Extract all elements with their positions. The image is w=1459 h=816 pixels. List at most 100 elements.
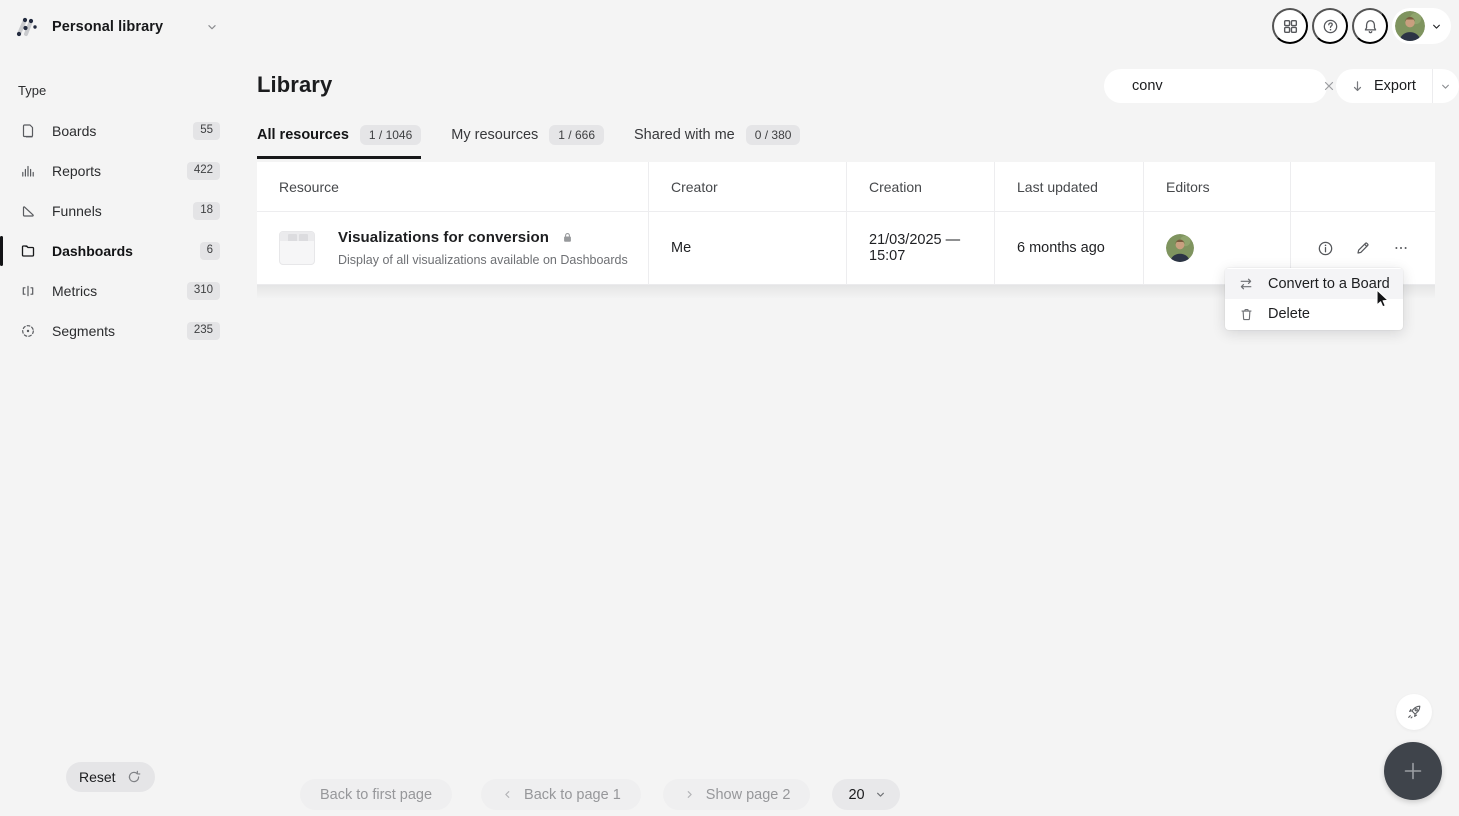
count-badge: 235 [186,322,220,340]
apps-grid-button[interactable] [1272,8,1308,44]
tab-count-badge: 1 / 1046 [359,125,422,146]
count-badge: 55 [193,122,220,140]
chevron-left-icon [501,788,514,801]
tab-label: All resources [257,127,349,144]
bar-chart-icon [20,163,36,179]
file-icon [20,123,36,139]
tab-count-badge: 0 / 380 [745,125,801,146]
page-size-select[interactable]: 20 [832,779,900,810]
menu-item-delete[interactable]: Delete [1225,299,1403,329]
count-badge: 310 [186,282,220,300]
help-button[interactable] [1312,8,1348,44]
sidebar-item-label: Boards [52,123,97,139]
resources-table: Resource Creator Creation Last updated E… [257,162,1435,285]
folder-icon [20,243,36,259]
tab-shared-with-me[interactable]: Shared with me 0 / 380 [634,125,801,159]
download-arrow-icon [1350,79,1365,94]
tab-count-badge: 1 / 666 [549,125,604,146]
sidebar-item-segments[interactable]: Segments 235 [0,311,240,351]
resource-tabs: All resources 1 / 1046 My resources 1 / … [257,125,801,160]
search-input[interactable] [1132,78,1319,94]
menu-item-convert-to-board[interactable]: Convert to a Board [1225,269,1403,299]
plus-icon [1401,759,1425,783]
count-badge: 18 [193,202,220,220]
info-button[interactable] [1311,234,1339,262]
sidebar-item-boards[interactable]: Boards 55 [0,111,240,151]
resource-title[interactable]: Visualizations for conversion [338,229,549,246]
library-page: Personal library Type Boards 55 Reports … [0,0,1459,816]
page-title: Library [257,72,333,97]
resource-description: Display of all visualizations available … [338,253,628,267]
resource-thumbnail [279,231,315,265]
more-actions-button[interactable] [1387,234,1415,262]
show-next-page-button[interactable]: Show page 2 [662,779,811,810]
chevron-down-icon [874,788,887,801]
page-size-value: 20 [848,786,865,803]
column-header-editors: Editors [1143,162,1290,212]
sidebar-item-label: Segments [52,323,116,339]
pagination-label: Back to page 1 [524,786,621,803]
segment-icon [20,323,36,339]
chevron-down-icon [1439,80,1452,93]
column-header-creation: Creation [846,162,994,212]
rocket-icon [1405,703,1423,721]
tab-my-resources[interactable]: My resources 1 / 666 [451,125,604,159]
editor-avatar[interactable] [1166,234,1194,262]
user-menu[interactable] [1392,8,1451,44]
menu-item-label: Convert to a Board [1268,276,1390,292]
back-to-first-page-button[interactable]: Back to first page [300,779,453,810]
lock-icon [561,231,574,244]
pagination-label: Show page 2 [705,786,791,803]
type-filter-nav: Boards 55 Reports 422 Funnels 18 Dashboa… [0,111,240,351]
sidebar-section-label: Type [18,83,47,98]
pagination-bar: Back to first page Back to page 1 Show p… [300,779,900,810]
swap-arrows-icon [1238,276,1254,292]
funnel-icon [20,203,36,219]
back-to-prev-page-button[interactable]: Back to page 1 [481,779,641,810]
menu-item-label: Delete [1268,306,1310,322]
sidebar-item-funnels[interactable]: Funnels 18 [0,191,240,231]
apps-grid-icon [1282,18,1299,35]
user-avatar [1395,11,1425,41]
sidebar-item-label: Metrics [52,283,98,299]
sidebar-item-reports[interactable]: Reports 422 [0,151,240,191]
create-new-button[interactable] [1384,742,1442,800]
sidebar-item-dashboards[interactable]: Dashboards 6 [0,231,240,271]
edit-button[interactable] [1349,234,1377,262]
metric-icon [20,283,36,299]
app-logo-icon [12,14,38,40]
creator-cell: Me [648,212,846,285]
count-badge: 6 [199,242,220,260]
table-header-row: Resource Creator Creation Last updated E… [257,162,1435,212]
export-options-button[interactable] [1433,69,1459,103]
export-label: Export [1374,78,1416,94]
sidebar-item-metrics[interactable]: Metrics 310 [0,271,240,311]
quick-launch-button[interactable] [1396,694,1432,730]
workspace-switcher[interactable]: Personal library [12,12,219,42]
chevron-right-icon [683,788,696,801]
reset-filters-button[interactable]: Reset [66,762,155,792]
export-button[interactable]: Export [1336,69,1433,103]
more-ellipsis-icon [1393,240,1409,256]
column-header-last-updated: Last updated [994,162,1143,212]
column-header-creator: Creator [648,162,846,212]
sidebar-item-label: Funnels [52,203,102,219]
edit-pencil-icon [1355,240,1371,256]
tab-label: My resources [451,127,539,144]
tab-all-resources[interactable]: All resources 1 / 1046 [257,125,422,160]
column-header-resource: Resource [257,162,648,212]
column-header-actions [1290,162,1435,212]
notifications-button[interactable] [1352,8,1388,44]
creation-cell: 21/03/2025 — 15:07 [846,212,994,285]
reload-icon [126,769,142,785]
notifications-bell-icon [1362,18,1379,35]
workspace-name: Personal library [52,19,164,35]
resource-cell: Visualizations for conversion Display of… [257,212,648,285]
chevron-down-icon [205,20,219,34]
export-split-button: Export [1336,69,1459,103]
topbar-actions [1272,8,1451,44]
last-updated-cell: 6 months ago [994,212,1143,285]
pagination-label: Back to first page [320,786,433,803]
x-icon [1321,78,1337,94]
search-box [1104,69,1334,103]
